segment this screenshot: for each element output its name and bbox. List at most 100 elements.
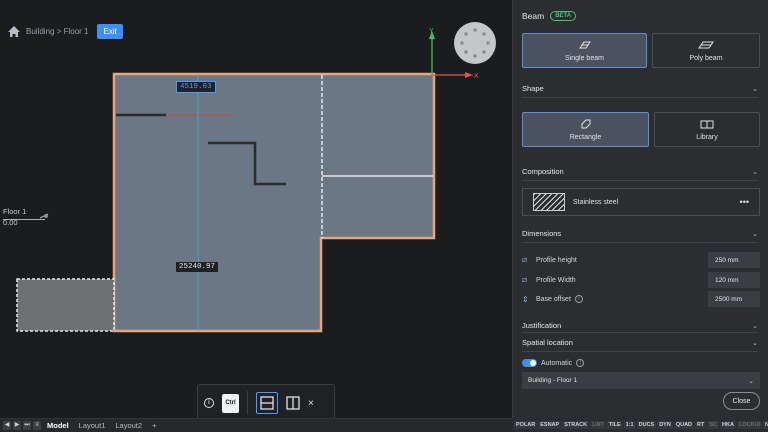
chevron-down-icon: ⌄ — [748, 377, 754, 385]
profile-height-input[interactable]: 250 mm — [708, 252, 760, 268]
composition-section-header[interactable]: Composition ⌄ — [522, 167, 758, 176]
divider — [522, 351, 758, 352]
divider — [522, 332, 758, 333]
library-shape-option[interactable]: Library — [654, 112, 760, 147]
shape-section-header[interactable]: Shape ⌄ — [522, 84, 758, 93]
chevron-down-icon: ⌄ — [752, 85, 758, 93]
status-toggle-sc[interactable]: SC — [707, 421, 720, 429]
dimension-input-active[interactable]: 4519.03 — [176, 81, 216, 93]
chevron-down-icon: ⌄ — [752, 168, 758, 176]
more-options-button[interactable]: ••• — [740, 197, 749, 207]
status-toggle-hka[interactable]: HKA — [720, 421, 736, 429]
beta-badge: BETA — [550, 11, 577, 21]
profile-width-input[interactable]: 120 mm — [708, 272, 760, 288]
status-toggle-esnap[interactable]: ESNAP — [538, 421, 562, 429]
vertical-split-button[interactable] — [286, 396, 300, 410]
single-beam-label: Single beam — [565, 55, 604, 62]
poly-beam-label: Poly beam — [689, 55, 723, 62]
profile-width-label: Profile Width — [536, 276, 576, 284]
floor-level-line — [3, 219, 45, 220]
close-button[interactable]: Close — [723, 392, 760, 410]
base-offset-icon: ⇕ — [522, 294, 529, 304]
status-toggle-lockui[interactable]: LOCKUI — [736, 421, 763, 429]
status-toggle-tile[interactable]: TILE — [606, 421, 623, 429]
poly-beam-icon — [698, 41, 714, 49]
prev-tab-button[interactable]: ◀ — [3, 421, 11, 430]
status-toggle-polar[interactable]: POLAR — [514, 421, 538, 429]
y-axis-label: Y — [429, 28, 434, 35]
justification-section-header[interactable]: Justification ⌄ — [522, 321, 758, 330]
spatial-location-section-header[interactable]: Spatial location ⌄ — [522, 338, 758, 347]
status-toggle-none[interactable]: None — [763, 421, 768, 429]
info-button[interactable]: i — [204, 398, 214, 408]
info-icon[interactable]: i — [576, 359, 585, 367]
floor-slab[interactable] — [112, 72, 436, 333]
home-icon[interactable] — [7, 25, 21, 38]
status-toggle-dyn[interactable]: DYN — [657, 421, 673, 429]
horizontal-split-button[interactable] — [256, 392, 278, 414]
next-tab-button[interactable]: ▶ — [13, 421, 21, 430]
horizontal-split-icon — [260, 396, 274, 410]
tab-list-icon[interactable]: ≡ — [33, 421, 41, 430]
base-offset-label-group: Base offset i — [536, 295, 708, 303]
status-bar: POLAR ESNAP STRACK LWT TILE 1:1 DUCS DYN QUAD RT S… — [512, 418, 768, 432]
status-toggle-11[interactable]: 1:1 — [623, 421, 636, 429]
dimensions-section-header[interactable]: Dimensions ⌄ — [522, 229, 758, 238]
panel-title: Beam — [522, 11, 545, 21]
app-root: Y X Building > Floor 1 Exit Floor 1 0.00… — [0, 0, 768, 432]
vertical-split-icon — [286, 396, 300, 410]
tab-model[interactable]: Model — [43, 421, 73, 430]
composition-selector[interactable]: Stainless steel ••• — [522, 188, 760, 216]
dimensions-header-label: Dimensions — [522, 229, 562, 238]
status-toggle-lwt[interactable]: LWT — [590, 421, 606, 429]
tab-layout2[interactable]: Layout2 — [111, 421, 146, 430]
add-layout-button[interactable]: + — [148, 421, 160, 430]
tab-layout1[interactable]: Layout1 — [75, 421, 110, 430]
automatic-toggle[interactable] — [522, 359, 537, 367]
automatic-row: Automatic i — [522, 359, 585, 367]
divider — [522, 97, 758, 98]
chevron-down-icon: ⌄ — [752, 230, 758, 238]
rectangle-shape-option[interactable]: Rectangle — [522, 112, 649, 147]
dimension-readout[interactable]: 25240.97 — [176, 262, 219, 272]
divider — [522, 242, 758, 243]
ctrl-key-button[interactable]: Ctrl — [222, 393, 239, 413]
material-hatch-swatch — [533, 193, 565, 211]
chevron-down-icon: ⌄ — [752, 339, 758, 347]
location-dropdown[interactable]: Building - Floor 1 ⌄ — [522, 372, 760, 389]
floor-plan-canvas[interactable]: Y X — [0, 0, 512, 418]
info-icon: i — [204, 398, 214, 408]
close-toolbar-button[interactable]: × — [308, 398, 314, 409]
location-value: Building - Floor 1 — [528, 377, 578, 384]
drawing-viewport[interactable]: Y X Building > Floor 1 Exit Floor 1 0.00… — [0, 0, 512, 418]
breadcrumb-path[interactable]: Building > Floor 1 — [26, 27, 88, 36]
spatial-header-label: Spatial location — [522, 338, 573, 347]
panel-header: Beam BETA — [522, 11, 577, 21]
status-toggle-quad[interactable]: QUAD — [673, 421, 695, 429]
composition-name: Stainless steel — [573, 198, 619, 206]
last-tab-button[interactable]: ⏭ — [23, 421, 31, 430]
floor-name: Floor 1 — [3, 207, 27, 216]
exit-button[interactable]: Exit — [97, 24, 123, 39]
info-icon[interactable]: i — [574, 295, 583, 303]
rectangle-icon — [581, 119, 590, 129]
breadcrumb: Building > Floor 1 Exit — [7, 24, 123, 39]
status-toggle-strack[interactable]: STRACK — [562, 421, 590, 429]
poly-beam-option[interactable]: Poly beam — [652, 33, 760, 68]
cursor-icon — [39, 213, 49, 219]
automatic-label: Automatic — [541, 359, 573, 367]
single-beam-icon — [578, 41, 591, 49]
base-offset-row: ⇕ Base offset i 2500 mm — [522, 291, 760, 307]
base-offset-input[interactable]: 2500 mm — [708, 291, 760, 307]
rectangle-label: Rectangle — [569, 134, 602, 141]
single-beam-option[interactable]: Single beam — [522, 33, 647, 68]
beam-properties-panel: Beam BETA Single beam Poly beam Shape ⌄ R… — [512, 0, 768, 418]
status-toggle-ducs[interactable]: DUCS — [636, 421, 657, 429]
status-toggle-rt[interactable]: RT — [695, 421, 707, 429]
adjacent-slab[interactable] — [16, 278, 115, 332]
toolbar-separator — [247, 391, 248, 415]
justification-header-label: Justification — [522, 321, 562, 330]
library-label: Library — [696, 134, 718, 141]
floor-level-label[interactable]: Floor 1 0.00 — [3, 207, 26, 228]
composition-header-label: Composition — [522, 167, 564, 176]
